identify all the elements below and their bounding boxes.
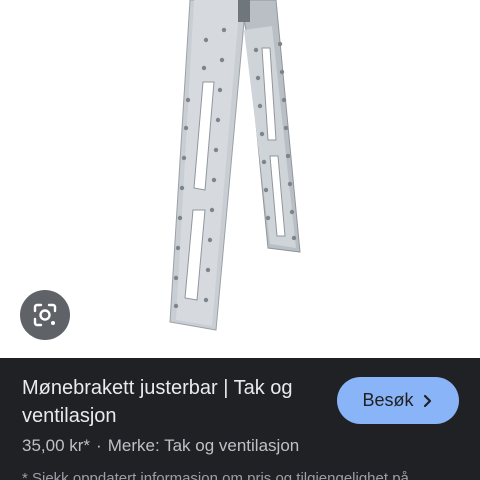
visit-button[interactable]: Besøk xyxy=(337,377,459,424)
product-image[interactable] xyxy=(0,0,480,358)
meta-separator: · xyxy=(96,436,102,455)
google-lens-icon xyxy=(33,303,57,327)
google-lens-button[interactable] xyxy=(20,290,70,340)
price: 35,00 kr* xyxy=(22,436,91,455)
product-title[interactable]: Mønebrakett justerbar | Tak og ventilasj… xyxy=(22,374,322,430)
brand: Merke: Tak og ventilasjon xyxy=(107,436,300,455)
visit-button-label: Besøk xyxy=(362,390,414,410)
price-disclaimer: * Sjekk oppdatert informasjon om pris og… xyxy=(22,470,409,480)
product-meta: 35,00 kr* · Merke: Tak og ventilasjon xyxy=(22,436,299,456)
product-info-panel: Mønebrakett justerbar | Tak og ventilasj… xyxy=(0,358,480,480)
chevron-right-icon xyxy=(423,394,431,407)
ridge-bracket-image xyxy=(169,0,301,331)
